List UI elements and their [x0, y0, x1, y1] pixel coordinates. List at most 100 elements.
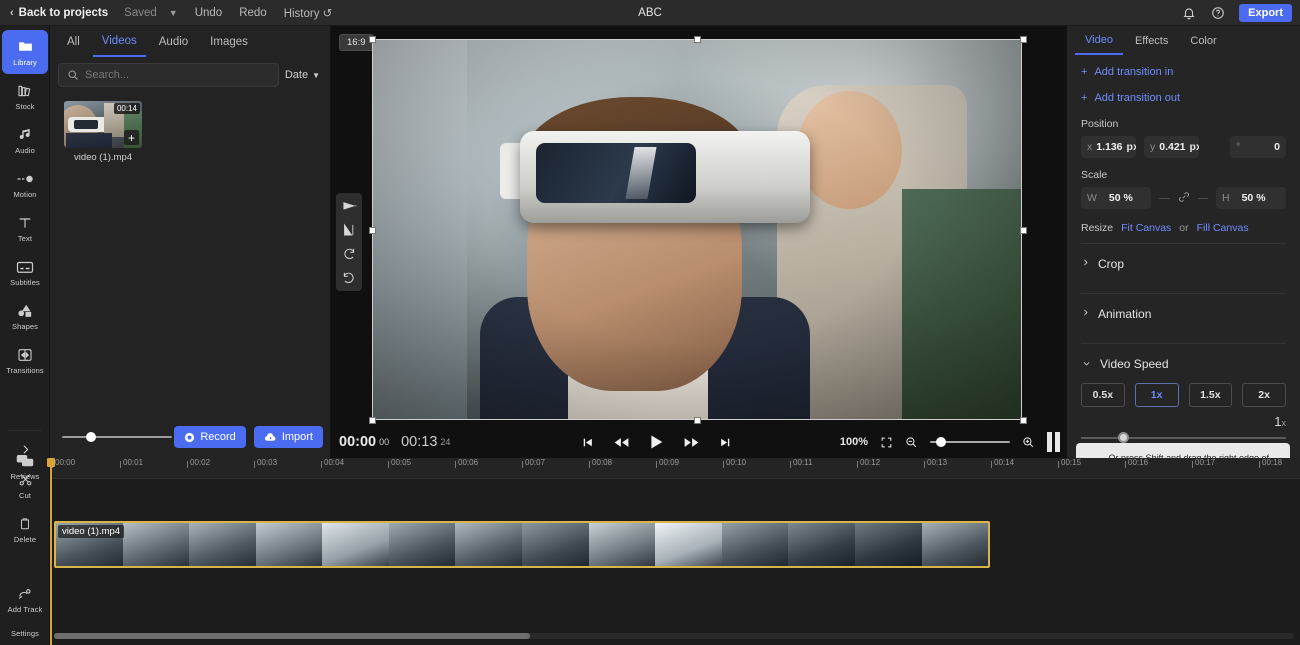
sidebar-item-audio[interactable]: Audio	[0, 118, 50, 162]
settings-button[interactable]: Settings	[0, 621, 50, 645]
zoom-slider-knob[interactable]	[936, 437, 946, 447]
timeline-scrollbar-thumb[interactable]	[54, 633, 530, 639]
add-track-button[interactable]: Add Track	[0, 577, 50, 621]
expand-panel-button[interactable]	[0, 435, 50, 463]
sidebar-item-label: Stock	[15, 102, 35, 111]
rotate-ccw-icon[interactable]	[339, 269, 359, 287]
export-button[interactable]: Export	[1239, 4, 1292, 22]
clip-frame	[721, 523, 789, 566]
chain-link-icon[interactable]	[1178, 191, 1190, 206]
skip-start-icon[interactable]	[581, 436, 594, 449]
timeline-tick: 00:11	[790, 458, 812, 479]
timeline-track[interactable]: video (1).mp4	[50, 521, 1300, 568]
tab-color[interactable]: Color	[1180, 29, 1226, 54]
playhead-handle[interactable]	[47, 458, 55, 467]
clip-filename-label: video (1).mp4	[58, 525, 125, 538]
rotation-field[interactable]: ° 0	[1230, 136, 1286, 158]
position-x-field[interactable]: x 1.136 px	[1081, 136, 1136, 158]
scale-width-field[interactable]: W 50 %	[1081, 187, 1151, 209]
crop-section-toggle[interactable]: Crop	[1081, 243, 1286, 284]
timeline-tick: 00:02	[187, 458, 210, 479]
chevron-right-icon	[19, 440, 32, 459]
fullscreen-icon[interactable]	[880, 436, 893, 449]
history-button[interactable]: History ↺	[284, 6, 333, 20]
zoom-percent[interactable]: 100%	[840, 436, 868, 448]
fit-canvas-button[interactable]: Fit Canvas	[1121, 222, 1171, 234]
rotate-cw-icon[interactable]	[339, 245, 359, 263]
play-icon[interactable]	[649, 434, 664, 450]
tab-effects[interactable]: Effects	[1125, 29, 1178, 54]
position-y-field[interactable]: y 0.421 px	[1144, 136, 1199, 158]
add-media-button[interactable]: +	[124, 130, 139, 145]
speed-preset-1-5x[interactable]: 1.5x	[1188, 383, 1233, 407]
playhead[interactable]	[47, 458, 55, 645]
back-to-projects-label: Back to projects	[18, 6, 109, 19]
clip-frame	[522, 523, 589, 566]
cloud-upload-icon	[264, 432, 277, 443]
sidebar-item-shapes[interactable]: Shapes	[0, 294, 50, 338]
tab-all[interactable]: All	[58, 29, 89, 56]
position-label: Position	[1081, 118, 1119, 130]
zoom-in-icon[interactable]	[1022, 436, 1035, 449]
timeline-clip[interactable]: video (1).mp4	[54, 521, 990, 568]
tab-images[interactable]: Images	[201, 29, 257, 56]
import-button[interactable]: Import	[253, 426, 323, 448]
sidebar-item-text[interactable]: Text	[0, 206, 50, 250]
bell-icon[interactable]	[1181, 5, 1197, 21]
speed-preset-1x[interactable]: 1x	[1134, 383, 1179, 407]
fill-canvas-button[interactable]: Fill Canvas	[1197, 222, 1249, 234]
help-circle-icon[interactable]	[1210, 5, 1226, 21]
search-box[interactable]	[58, 63, 279, 87]
volume-slider[interactable]	[62, 430, 172, 444]
undo-button[interactable]: Undo	[195, 7, 223, 19]
stock-books-icon	[17, 81, 33, 100]
fast-forward-icon[interactable]	[684, 436, 699, 449]
back-to-projects-button[interactable]: ‹ Back to projects	[10, 7, 108, 19]
cut-button[interactable]: Cut	[0, 463, 50, 507]
sort-by-date-dropdown[interactable]: Date ▼	[285, 69, 322, 81]
flip-vertical-icon[interactable]	[339, 197, 359, 215]
library-panel: All Videos Audio Images Date ▼	[50, 26, 331, 458]
volume-knob[interactable]	[86, 432, 96, 442]
preview-zoom-controls: 100%	[840, 432, 1060, 452]
zoom-out-icon[interactable]	[905, 436, 918, 449]
sidebar-item-library[interactable]: Library	[2, 30, 48, 74]
timeline-tick: 00:14	[991, 458, 1014, 479]
pause-icon[interactable]	[1047, 432, 1060, 452]
scale-height-field[interactable]: H 50 %	[1216, 187, 1286, 209]
delete-button[interactable]: Delete	[0, 507, 50, 551]
sidebar-item-motion[interactable]: Motion	[0, 162, 50, 206]
record-button[interactable]: Record	[174, 426, 246, 448]
media-card[interactable]: 00:14 + video (1).mp4	[64, 101, 142, 163]
position-fields: x 1.136 px y 0.421 px ° 0	[1081, 136, 1286, 158]
aspect-ratio-badge[interactable]: 16:9	[339, 34, 374, 51]
flip-horizontal-icon[interactable]	[339, 221, 359, 239]
tab-videos[interactable]: Videos	[92, 28, 146, 57]
chevron-down-icon[interactable]: ▼	[169, 8, 178, 18]
sidebar-item-transitions[interactable]: Transitions	[0, 338, 50, 382]
tab-audio[interactable]: Audio	[150, 29, 197, 56]
resize-or-label: or	[1179, 222, 1189, 234]
animation-section-toggle[interactable]: Animation	[1081, 293, 1286, 334]
redo-button[interactable]: Redo	[239, 7, 267, 19]
speed-preset-0-5x[interactable]: 0.5x	[1081, 383, 1125, 407]
speed-slider-knob[interactable]	[1118, 432, 1129, 443]
add-transition-out-button[interactable]: + Add transition out	[1081, 92, 1286, 104]
skip-end-icon[interactable]	[719, 436, 732, 449]
tab-video[interactable]: Video	[1075, 28, 1123, 55]
search-input[interactable]	[85, 69, 270, 81]
sidebar-item-stock[interactable]: Stock	[0, 74, 50, 118]
timeline-ruler[interactable]: 00:00 00:01 00:02 00:03 00:04 00:05 00:0…	[50, 458, 1300, 479]
video-speed-section-toggle[interactable]: Video Speed	[1081, 343, 1286, 377]
sidebar-item-subtitles[interactable]: Subtitles	[0, 250, 50, 294]
media-thumbnail[interactable]: 00:14 +	[64, 101, 142, 148]
timeline-tick: 00:05	[388, 458, 411, 479]
timeline-horizontal-scrollbar[interactable]	[54, 633, 1294, 639]
speed-preset-2x[interactable]: 2x	[1242, 383, 1286, 407]
video-preview[interactable]	[372, 39, 1022, 420]
add-transition-in-button[interactable]: + Add transition in	[1081, 66, 1286, 78]
timeline-tick: 00:17	[1192, 458, 1215, 479]
zoom-slider[interactable]	[930, 436, 1010, 448]
rewind-icon[interactable]	[614, 436, 629, 449]
playback-transport-bar: 00:00 00 00:13 24 100%	[331, 426, 1066, 458]
